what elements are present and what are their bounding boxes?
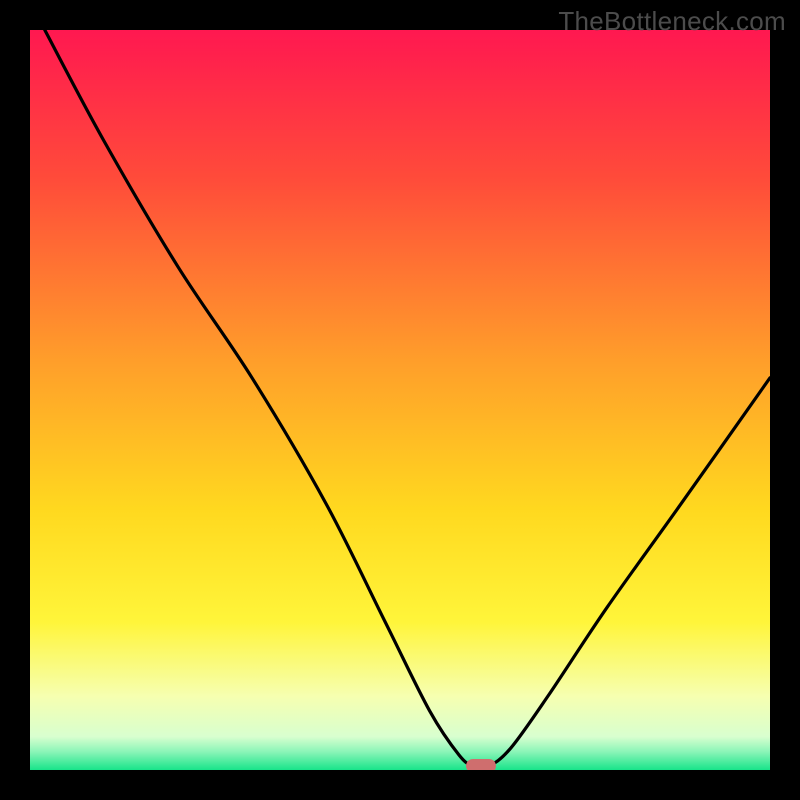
plot-area [30,30,770,770]
bottleneck-curve [30,30,770,770]
chart-frame: TheBottleneck.com [0,0,800,800]
watermark-text: TheBottleneck.com [558,6,786,37]
optimal-point-marker [466,759,496,770]
